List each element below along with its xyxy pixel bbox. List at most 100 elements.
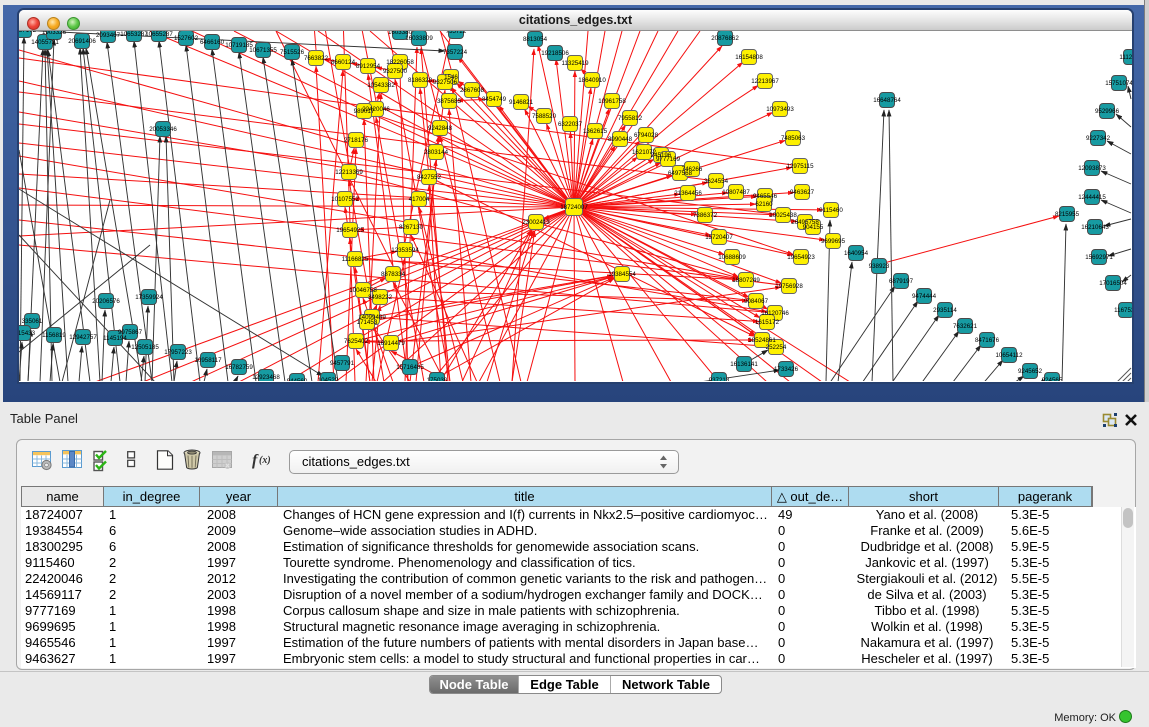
svg-text:2093467: 2093467 <box>96 32 121 39</box>
svg-text:2803144: 2803144 <box>424 149 449 156</box>
svg-text:937213: 937213 <box>709 377 730 381</box>
svg-text:9457791: 9457791 <box>330 360 355 367</box>
svg-text:10543382: 10543382 <box>367 82 395 89</box>
svg-text:10958117: 10958117 <box>194 357 222 364</box>
svg-text:20876862: 20876862 <box>711 35 739 42</box>
svg-text:904155: 904155 <box>803 224 824 231</box>
svg-text:8813054: 8813054 <box>523 36 548 43</box>
svg-text:20053346: 20053346 <box>149 126 177 133</box>
svg-text:17957223: 17957223 <box>164 349 192 356</box>
svg-text:7485063: 7485063 <box>781 135 806 142</box>
svg-text:20691406: 20691406 <box>68 38 96 45</box>
svg-text:9327500: 9327500 <box>383 68 408 75</box>
svg-text:1527602: 1527602 <box>174 35 199 42</box>
svg-text:12923468: 12923468 <box>252 374 280 381</box>
svg-text:335061: 335061 <box>22 318 43 325</box>
svg-text:6879197: 6879197 <box>889 278 914 285</box>
svg-text:16154808: 16154808 <box>735 54 763 61</box>
svg-text:12444415: 12444415 <box>1078 194 1106 201</box>
svg-text:16120746: 16120746 <box>761 310 789 317</box>
svg-text:12213967: 12213967 <box>751 78 779 85</box>
svg-text:8471676: 8471676 <box>975 337 1000 344</box>
svg-text:f: f <box>252 452 259 469</box>
svg-text:15751074: 15751074 <box>1105 80 1132 87</box>
svg-text:2867608: 2867608 <box>460 87 485 94</box>
svg-text:1167533: 1167533 <box>1114 307 1132 314</box>
svg-text:8912954: 8912954 <box>356 63 381 70</box>
svg-text:7588520: 7588520 <box>532 113 557 120</box>
svg-text:8186328: 8186328 <box>408 77 433 84</box>
svg-text:7955812: 7955812 <box>618 115 643 122</box>
svg-text:3875685: 3875685 <box>437 98 462 105</box>
svg-text:9465546: 9465546 <box>753 193 778 200</box>
svg-text:10107552: 10107552 <box>331 196 359 203</box>
svg-text:9529966: 9529966 <box>1095 108 1120 115</box>
svg-text:17359924: 17359924 <box>135 294 163 301</box>
svg-text:12353594: 12353594 <box>391 247 419 254</box>
svg-text:19654925: 19654925 <box>336 227 364 234</box>
svg-text:6794028: 6794028 <box>634 132 659 139</box>
svg-text:2057172: 2057172 <box>19 31 37 34</box>
svg-text:19218506: 19218506 <box>541 50 569 57</box>
svg-text:21364456: 21364456 <box>674 190 702 197</box>
svg-text:7386372: 7386372 <box>693 212 718 219</box>
svg-text:9115460: 9115460 <box>819 207 843 214</box>
svg-text:7625402: 7625402 <box>344 338 369 345</box>
svg-text:9463627: 9463627 <box>790 189 815 196</box>
svg-text:1112455: 1112455 <box>1119 54 1132 61</box>
svg-text:1145194: 1145194 <box>103 335 127 342</box>
svg-text:15720407: 15720407 <box>705 234 733 241</box>
svg-text:10655287: 10655287 <box>145 31 173 38</box>
svg-text:9146821: 9146821 <box>509 99 534 106</box>
svg-text:252254: 252254 <box>766 344 787 351</box>
svg-text:17016504: 17016504 <box>1099 280 1127 287</box>
svg-text:(x): (x) <box>259 455 271 466</box>
svg-text:9084067: 9084067 <box>744 298 769 305</box>
svg-text:12093873: 12093873 <box>1078 165 1106 172</box>
svg-text:10807487: 10807487 <box>722 189 750 196</box>
svg-text:12975115: 12975115 <box>786 163 814 170</box>
svg-text:10671355: 10671355 <box>249 47 277 54</box>
svg-text:2718176: 2718176 <box>344 137 369 144</box>
svg-text:62160: 62160 <box>755 201 773 208</box>
svg-text:7515526: 7515526 <box>280 49 305 56</box>
svg-text:12213369: 12213369 <box>335 169 363 176</box>
svg-text:1156819: 1156819 <box>42 332 66 339</box>
svg-text:10973493: 10973493 <box>766 106 794 113</box>
svg-text:9975867: 9975867 <box>118 329 143 336</box>
svg-text:938923: 938923 <box>869 263 890 270</box>
svg-text:9474444: 9474444 <box>912 293 937 300</box>
svg-text:10046758: 10046758 <box>349 287 377 294</box>
svg-text:9777169: 9777169 <box>656 156 681 163</box>
svg-text:7632621: 7632621 <box>953 323 978 330</box>
svg-text:3915433: 3915433 <box>19 330 36 337</box>
svg-text:175030: 175030 <box>427 377 448 381</box>
svg-text:16033809: 16033809 <box>405 35 433 42</box>
svg-text:16782759: 16782759 <box>225 364 253 371</box>
svg-text:104522: 104522 <box>318 377 339 381</box>
svg-text:9245652: 9245652 <box>1018 368 1043 375</box>
svg-text:20206576: 20206576 <box>92 298 120 305</box>
svg-text:19756928: 19756928 <box>775 283 803 290</box>
svg-text:18724007: 18724007 <box>560 204 588 211</box>
svg-text:16648764: 16648764 <box>873 97 901 104</box>
svg-text:16914479: 16914479 <box>377 340 405 347</box>
svg-text:10688609: 10688609 <box>718 254 746 261</box>
svg-text:8215955: 8215955 <box>1055 211 1080 218</box>
svg-text:16136141: 16136141 <box>730 361 758 368</box>
svg-text:3498222: 3498222 <box>368 294 393 301</box>
svg-text:19384554: 19384554 <box>608 271 636 278</box>
svg-text:10654112: 10654112 <box>995 352 1023 359</box>
svg-text:8427552: 8427552 <box>417 174 442 181</box>
svg-text:1903326: 1903326 <box>42 31 67 36</box>
svg-text:1615172: 1615172 <box>755 319 780 326</box>
svg-text:1733426: 1733426 <box>774 366 799 373</box>
svg-text:9242848: 9242848 <box>428 125 453 132</box>
svg-text:989017: 989017 <box>354 108 375 115</box>
svg-text:9699695: 9699695 <box>821 238 846 245</box>
svg-text:19654923: 19654923 <box>787 254 815 261</box>
svg-text:7663822: 7663822 <box>304 55 329 62</box>
svg-text:18807249: 18807249 <box>732 277 760 284</box>
svg-text:944560: 944560 <box>287 378 308 381</box>
svg-text:8454749: 8454749 <box>482 96 507 103</box>
